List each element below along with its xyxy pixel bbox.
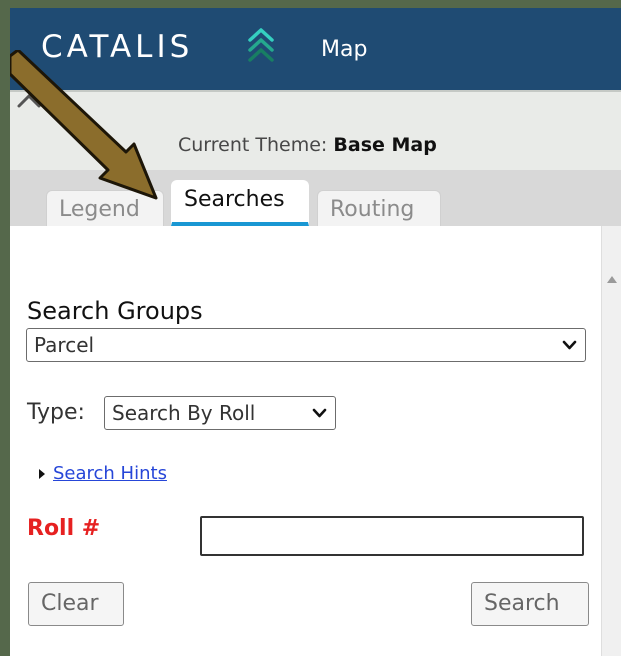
- search-groups-label: Search Groups: [27, 297, 203, 325]
- search-button[interactable]: Search: [471, 582, 589, 626]
- theme-label: Current Theme:: [178, 134, 328, 156]
- clear-button[interactable]: Clear: [28, 582, 124, 626]
- search-hints-link[interactable]: Search Hints: [53, 463, 167, 484]
- chevron-down-icon: [312, 408, 327, 418]
- triangle-right-icon: [39, 469, 45, 479]
- current-theme: Current Theme: Base Map: [178, 134, 437, 156]
- search-form: Search Groups Parcel Type: Search By Rol…: [10, 226, 601, 656]
- type-label: Type:: [27, 400, 85, 425]
- roll-label: Roll #: [27, 516, 101, 541]
- type-value: Search By Roll: [112, 401, 256, 425]
- type-select[interactable]: Search By Roll: [104, 396, 336, 430]
- theme-value: Base Map: [333, 134, 437, 156]
- vertical-scrollbar[interactable]: [601, 226, 621, 656]
- pointer-arrow-icon: [10, 50, 158, 200]
- chevron-stack-icon: [248, 28, 274, 62]
- chevron-down-icon: [562, 340, 577, 350]
- map-panel: CATALIS Map Current Theme: Base Map Lege…: [10, 8, 621, 656]
- tab-searches[interactable]: Searches: [171, 180, 309, 226]
- search-content: Search Groups Parcel Type: Search By Rol…: [10, 226, 621, 656]
- search-hints-toggle[interactable]: Search Hints: [39, 463, 167, 484]
- triangle-up-icon[interactable]: [606, 274, 618, 284]
- app-title: Map: [321, 37, 368, 62]
- search-groups-value: Parcel: [34, 333, 95, 357]
- roll-input[interactable]: [200, 516, 584, 556]
- search-groups-select[interactable]: Parcel: [26, 328, 586, 362]
- tab-routing[interactable]: Routing: [317, 190, 441, 226]
